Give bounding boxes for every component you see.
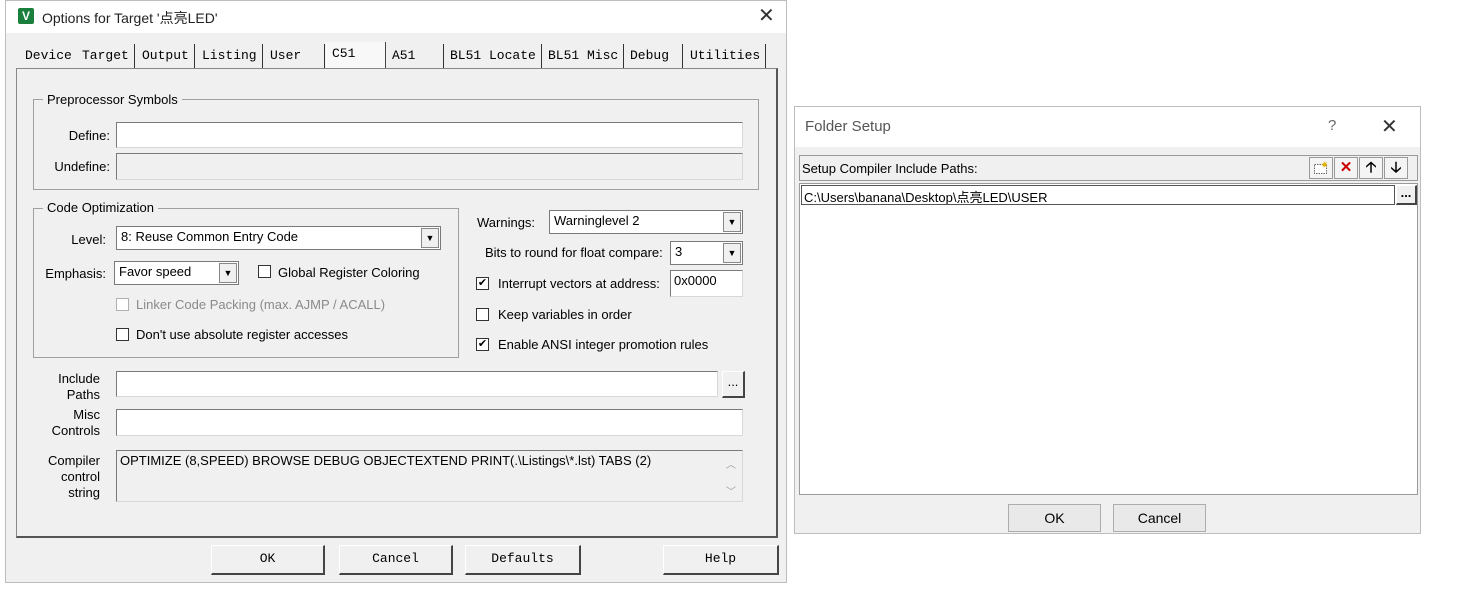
- tab-utilities[interactable]: Utilities: [685, 44, 767, 68]
- defaults-button[interactable]: Defaults: [465, 545, 581, 575]
- interrupt-vector-address-input[interactable]: 0x0000: [670, 270, 743, 297]
- ok-button[interactable]: OK: [1008, 504, 1101, 532]
- include-paths-label: Include Paths: [42, 371, 100, 403]
- bits-round-select[interactable]: 3 ▼: [670, 241, 743, 265]
- bits-round-label: Bits to round for float compare:: [485, 245, 663, 260]
- tab-c51[interactable]: C51: [326, 42, 386, 68]
- dropdown-arrow-icon[interactable]: ▼: [723, 243, 741, 263]
- move-up-icon[interactable]: 🡡: [1359, 157, 1383, 179]
- delete-icon[interactable]: ✕: [1334, 157, 1358, 179]
- keep-variables-checkbox[interactable]: [476, 308, 489, 321]
- undefine-input[interactable]: [116, 153, 743, 180]
- cancel-button[interactable]: Cancel: [1113, 504, 1206, 532]
- window-title: Options for Target '点亮LED': [42, 10, 218, 26]
- tab-listing[interactable]: Listing: [197, 44, 263, 68]
- title-bar: V Options for Target '点亮LED' ✕: [6, 1, 786, 33]
- scroll-up-icon[interactable]: ︿: [726, 456, 736, 471]
- dropdown-arrow-icon[interactable]: ▼: [421, 228, 439, 248]
- level-value: 8: Reuse Common Entry Code: [121, 229, 299, 244]
- uvision-app-icon: V: [18, 8, 34, 24]
- tab-target[interactable]: Target: [77, 44, 135, 68]
- dropdown-arrow-icon[interactable]: ▼: [219, 263, 237, 283]
- include-paths-list: C:\Users\banana\Desktop\点亮LED\USER ...: [799, 183, 1418, 495]
- include-paths-label-line1: Include: [58, 371, 100, 386]
- undefine-label: Undefine:: [54, 159, 110, 174]
- interrupt-vectors-checkbox[interactable]: ✔: [476, 277, 489, 290]
- tab-bl51-locate[interactable]: BL51 Locate: [445, 44, 542, 68]
- path-browse-button[interactable]: ...: [1396, 185, 1417, 205]
- folder-setup-title-bar: Folder Setup ? ✕: [795, 107, 1420, 147]
- options-for-target-dialog: V Options for Target '点亮LED' ✕ Device Ta…: [5, 0, 787, 583]
- tab-a51[interactable]: A51: [387, 44, 444, 68]
- misc-controls-label-line1: Misc: [73, 407, 100, 422]
- global-register-coloring-label: Global Register Coloring: [278, 265, 420, 280]
- compiler-control-label-line1: Compiler: [47, 453, 100, 468]
- misc-controls-label: Misc Controls: [42, 407, 100, 439]
- tab-device[interactable]: Device: [20, 44, 78, 68]
- emphasis-label: Emphasis:: [45, 266, 106, 281]
- code-optimization-label: Code Optimization: [43, 200, 158, 215]
- include-paths-header-label: Setup Compiler Include Paths:: [802, 161, 978, 176]
- scroll-down-icon[interactable]: ﹀: [726, 483, 736, 498]
- folder-setup-dialog: Folder Setup ? ✕ Setup Compiler Include …: [794, 106, 1421, 534]
- misc-controls-label-line2: Controls: [51, 423, 100, 438]
- compiler-control-label-line3: string: [68, 485, 100, 500]
- include-paths-label-line2: Paths: [66, 387, 100, 402]
- misc-controls-input[interactable]: [116, 409, 743, 436]
- tab-bl51-misc[interactable]: BL51 Misc: [543, 44, 625, 68]
- compiler-control-label-line2: control: [60, 469, 100, 484]
- bits-round-value: 3: [675, 244, 683, 259]
- compiler-control-string-text: OPTIMIZE (8,SPEED) BROWSE DEBUG OBJECTEX…: [120, 453, 652, 468]
- ok-button[interactable]: OK: [211, 545, 325, 575]
- move-down-icon[interactable]: 🡣: [1384, 157, 1408, 179]
- tab-output[interactable]: Output: [137, 44, 195, 68]
- define-input[interactable]: [116, 122, 743, 148]
- warnings-select[interactable]: Warninglevel 2 ▼: [549, 210, 743, 234]
- new-folder-icon[interactable]: [1309, 157, 1333, 179]
- warnings-label: Warnings:: [477, 215, 536, 230]
- folder-setup-title: Folder Setup: [805, 118, 891, 135]
- level-select[interactable]: 8: Reuse Common Entry Code ▼: [116, 226, 441, 250]
- include-paths-input[interactable]: [116, 371, 718, 397]
- compiler-control-string-box[interactable]: OPTIMIZE (8,SPEED) BROWSE DEBUG OBJECTEX…: [116, 450, 743, 502]
- tab-user[interactable]: User: [265, 44, 325, 68]
- linker-code-packing-label: Linker Code Packing (max. AJMP / ACALL): [136, 297, 386, 312]
- cancel-button[interactable]: Cancel: [339, 545, 453, 575]
- ansi-promotion-checkbox[interactable]: ✔: [476, 338, 489, 351]
- preprocessor-symbols-label: Preprocessor Symbols: [43, 92, 182, 107]
- level-label: Level:: [71, 232, 106, 247]
- help-button[interactable]: Help: [663, 545, 779, 575]
- linker-code-packing-checkbox[interactable]: [116, 298, 129, 311]
- include-paths-browse-button[interactable]: ...: [722, 371, 745, 398]
- emphasis-value: Favor speed: [119, 264, 192, 279]
- tab-debug[interactable]: Debug: [625, 44, 683, 68]
- global-register-coloring-checkbox[interactable]: [258, 265, 271, 278]
- close-icon[interactable]: ✕: [758, 6, 775, 26]
- close-icon[interactable]: ✕: [1381, 117, 1398, 137]
- compiler-control-string-label: Compiler control string: [36, 453, 100, 501]
- define-label: Define:: [68, 128, 110, 143]
- interrupt-vectors-label: Interrupt vectors at address:: [498, 276, 660, 291]
- keep-variables-label: Keep variables in order: [498, 307, 632, 322]
- emphasis-select[interactable]: Favor speed ▼: [114, 261, 239, 285]
- ansi-promotion-label: Enable ANSI integer promotion rules: [498, 337, 709, 352]
- no-absolute-register-label: Don't use absolute register accesses: [136, 327, 349, 342]
- help-icon[interactable]: ?: [1328, 117, 1336, 134]
- include-path-entry[interactable]: C:\Users\banana\Desktop\点亮LED\USER: [801, 185, 1395, 205]
- dropdown-arrow-icon[interactable]: ▼: [723, 212, 741, 232]
- no-absolute-register-checkbox[interactable]: [116, 328, 129, 341]
- warnings-value: Warninglevel 2: [554, 213, 640, 228]
